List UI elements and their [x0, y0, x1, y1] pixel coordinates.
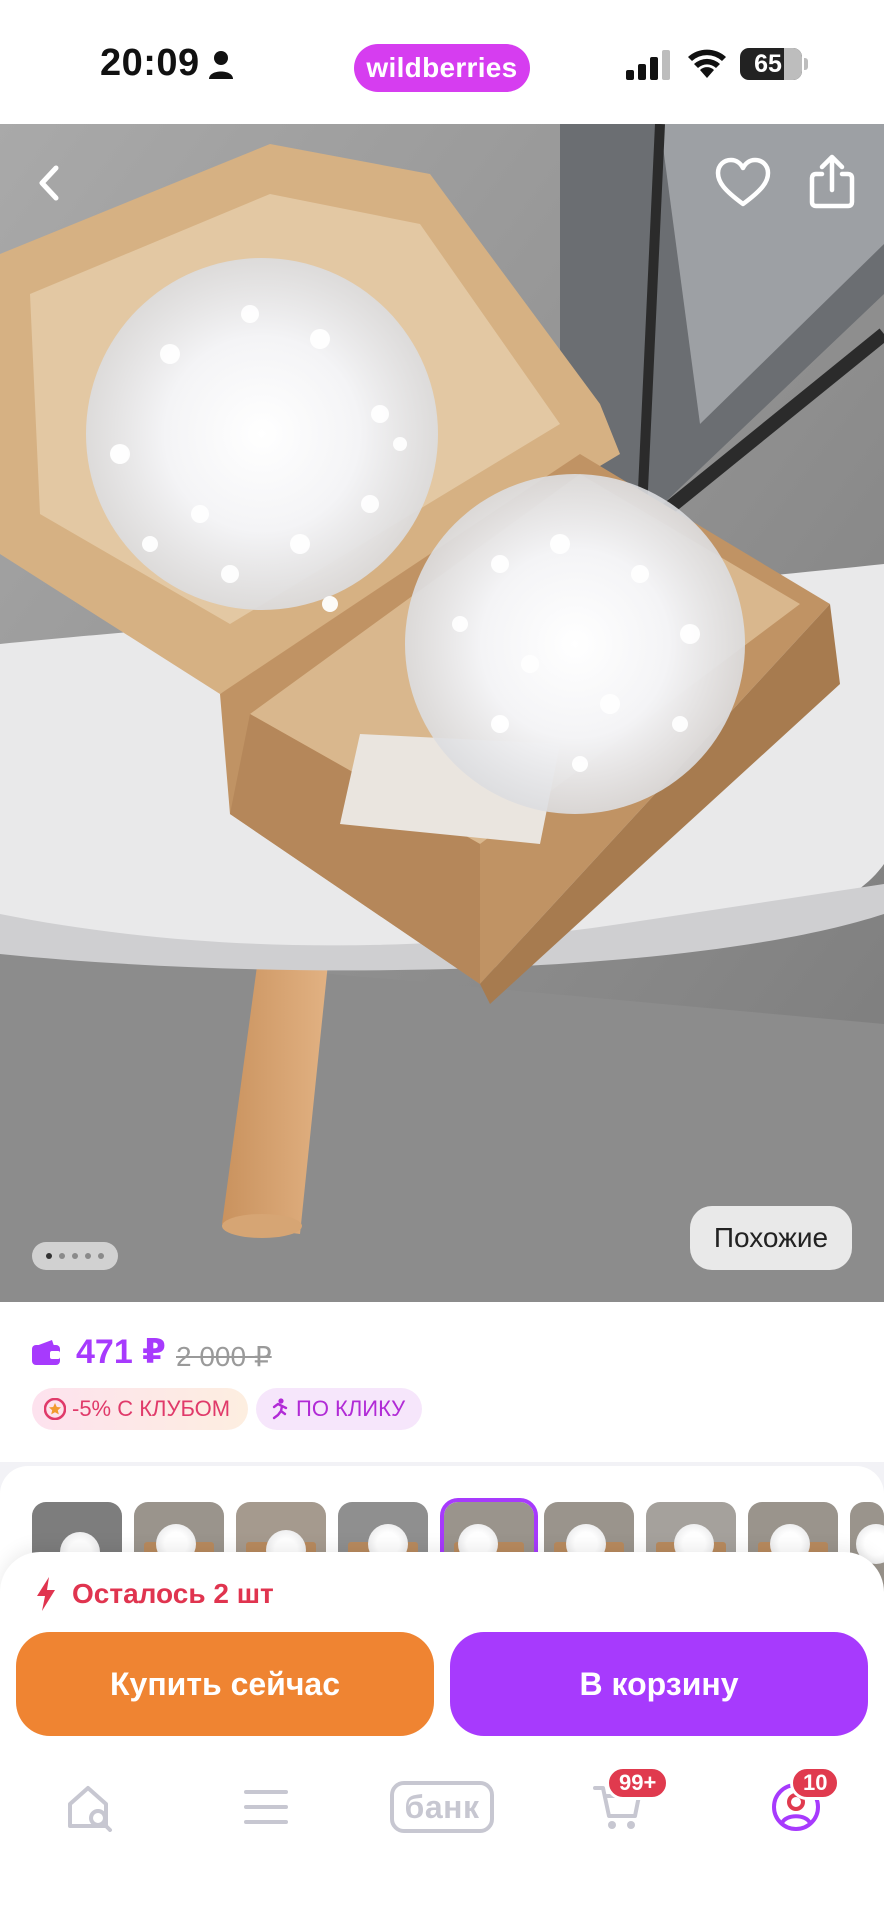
tab-home[interactable]	[62, 1774, 118, 1840]
battery-level: 65	[754, 49, 782, 78]
product-photo[interactable]: Похожие	[0, 124, 884, 1302]
pagination-dot-active	[46, 1253, 52, 1259]
bank-icon: банк	[390, 1781, 494, 1833]
catalog-menu-icon	[244, 1790, 288, 1824]
stock-text: Осталось 2 шт	[72, 1578, 274, 1609]
tab-catalog[interactable]	[240, 1774, 292, 1840]
price-block: 471 ₽ 2 000 ₽ -5% С КЛУБОМ ПО КЛИКУ	[0, 1302, 884, 1462]
club-discount-label: -5% С КЛУБОМ	[72, 1396, 231, 1421]
share-icon[interactable]	[802, 152, 862, 212]
status-time: 20:09	[100, 42, 200, 84]
pagination-dot	[98, 1253, 104, 1259]
stock-indicator: Осталось 2 шт	[34, 1574, 274, 1614]
heart-icon[interactable]	[714, 156, 772, 210]
add-to-cart-button[interactable]: В корзину	[450, 1632, 868, 1736]
battery-icon: 65	[740, 48, 802, 80]
person-icon	[209, 51, 233, 79]
one-click-label: ПО КЛИКУ	[296, 1396, 406, 1421]
photo-pagination-dots	[32, 1242, 118, 1270]
purchase-sheet: Осталось 2 шт Купить сейчас В корзину ба…	[0, 1552, 884, 1920]
pagination-dot	[72, 1253, 78, 1259]
pagination-dot	[85, 1253, 91, 1259]
price-current: 471 ₽	[76, 1333, 166, 1371]
back-arrow-icon[interactable]	[22, 154, 80, 212]
wifi-icon	[688, 49, 726, 78]
buy-now-button[interactable]: Купить сейчас	[16, 1632, 434, 1736]
cellular-signal-icon	[626, 50, 670, 80]
home-search-icon	[68, 1786, 112, 1832]
club-star-icon	[44, 1398, 66, 1420]
pagination-dot	[59, 1253, 65, 1259]
battery-cap	[804, 58, 808, 70]
lightning-icon	[37, 1577, 55, 1611]
running-person-icon	[272, 1398, 288, 1420]
status-bar: 20:09 wildberries 65	[0, 0, 884, 124]
brand-pill: wildberries	[354, 44, 530, 92]
wallet-icon	[32, 1340, 60, 1365]
product-image	[0, 124, 884, 1302]
price-old: 2 000 ₽	[176, 1341, 272, 1372]
tab-bank[interactable]: банк	[388, 1774, 496, 1840]
similar-button[interactable]: Похожие	[690, 1206, 852, 1270]
profile-notification-badge: 10	[790, 1766, 841, 1800]
cart-count-badge: 99+	[606, 1766, 670, 1800]
club-discount-badge[interactable]: -5% С КЛУБОМ	[32, 1388, 248, 1430]
one-click-badge[interactable]: ПО КЛИКУ	[256, 1388, 422, 1430]
